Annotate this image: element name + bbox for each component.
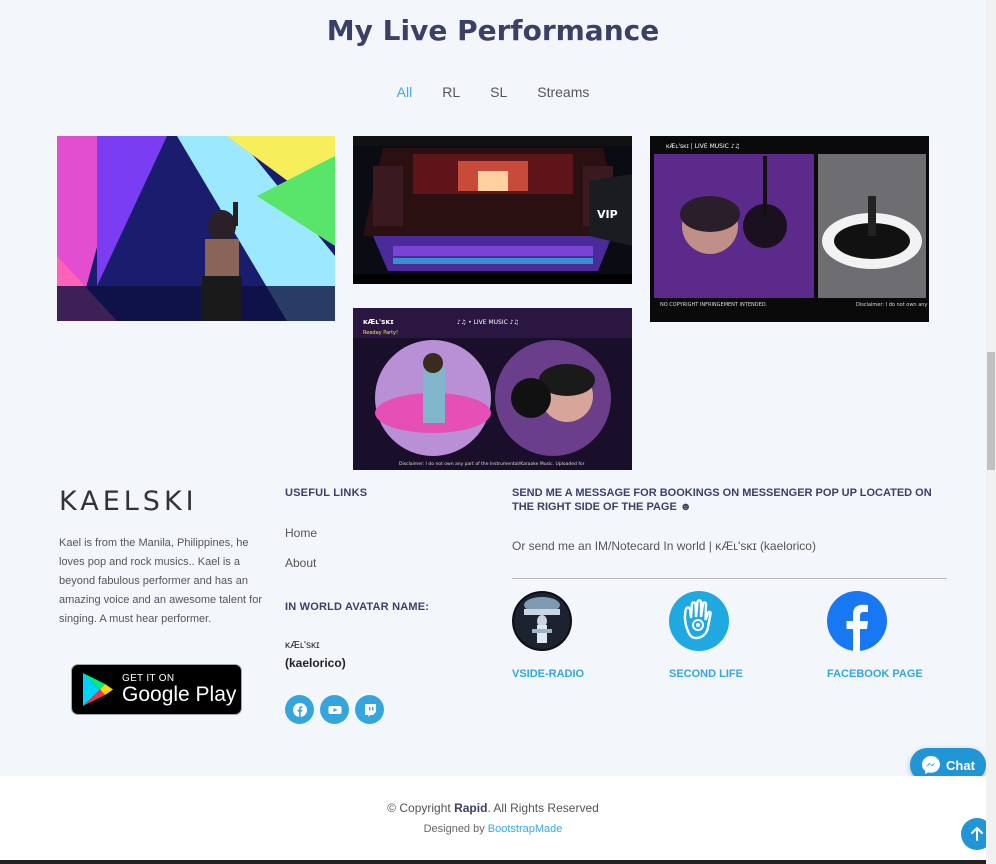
bootstrapmade-link[interactable]: BootstrapMade bbox=[488, 823, 563, 835]
designed-by-text: Designed by BootstrapMade bbox=[0, 823, 986, 835]
facebook-icon bbox=[292, 702, 307, 717]
copyright-prefix: © Copyright bbox=[387, 801, 455, 815]
copyright-text: © Copyright Rapid. All Rights Reserved bbox=[0, 801, 986, 815]
google-play-big-text: Google Play bbox=[122, 683, 237, 706]
filter-sl[interactable]: SL bbox=[475, 84, 522, 100]
social-twitch-button[interactable] bbox=[355, 695, 384, 724]
copyright-brand: Rapid bbox=[454, 801, 488, 815]
stream-footer-right-text: Disclaimer: I do not own any bbox=[856, 302, 927, 308]
scrollbar-thumb[interactable] bbox=[987, 352, 995, 470]
useful-links-heading: USEFUL LINKS bbox=[285, 487, 368, 499]
facebook-page-link[interactable] bbox=[827, 591, 887, 651]
footer-link-about[interactable]: About bbox=[285, 556, 316, 570]
arrow-up-icon bbox=[971, 827, 983, 841]
vside-radio-icon bbox=[512, 591, 572, 651]
facebook-page-label[interactable]: FACEBOOK PAGE bbox=[827, 668, 923, 680]
social-youtube-button[interactable] bbox=[320, 695, 349, 724]
footer-about-text: Kael is from the Manila, Philippines, he… bbox=[59, 537, 263, 625]
facebook-icon bbox=[827, 591, 887, 651]
concert-photo-image bbox=[57, 136, 335, 321]
avatar-id: (kaelorico) bbox=[285, 656, 346, 670]
google-play-icon bbox=[83, 673, 113, 706]
messenger-icon bbox=[922, 756, 941, 774]
vside-radio-link[interactable] bbox=[512, 591, 572, 651]
portfolio-item-concert-photo[interactable] bbox=[57, 136, 335, 321]
footer-divider bbox=[512, 578, 947, 579]
portfolio-filters: All RL SL Streams bbox=[0, 84, 986, 100]
vside-radio-label[interactable]: VSIDE-RADIO bbox=[512, 668, 584, 680]
second-life-link[interactable] bbox=[669, 591, 729, 651]
vip-sign-text: VIP bbox=[597, 208, 618, 221]
filter-all[interactable]: All bbox=[382, 84, 428, 100]
sl-stage-image: VIP bbox=[353, 136, 632, 284]
copyright-bar bbox=[0, 776, 986, 862]
sl-live-footer-text: Disclaimer: I do not own any part of the… bbox=[399, 461, 585, 467]
footer-link-home[interactable]: Home bbox=[285, 526, 317, 540]
page-title: My Live Performance bbox=[326, 14, 660, 47]
booking-message-sub: Or send me an IM/Notecard In world | ĸÆʟ… bbox=[512, 539, 816, 553]
portfolio-item-sl-stage[interactable]: VIP bbox=[353, 136, 632, 284]
portfolio-item-sl-live-music[interactable]: ĸÆʟ'sĸɪ Reeday Party! ♪♫ • LIVE MUSIC ♪♫… bbox=[353, 308, 632, 470]
designed-prefix: Designed by bbox=[423, 823, 488, 835]
sl-live-sub-text: Reeday Party! bbox=[363, 330, 398, 336]
page: My Live Performance All RL SL Streams VI… bbox=[0, 0, 986, 864]
booking-message-heading: SEND ME A MESSAGE FOR BOOKINGS ON MESSEN… bbox=[512, 487, 932, 513]
youtube-icon bbox=[328, 705, 341, 714]
social-facebook-button[interactable] bbox=[285, 695, 314, 724]
page-scrollbar[interactable] bbox=[986, 0, 996, 864]
second-life-hand-icon bbox=[669, 591, 729, 651]
sl-live-music-image: ĸÆʟ'sĸɪ Reeday Party! ♪♫ • LIVE MUSIC ♪♫… bbox=[353, 308, 632, 470]
avatar-name: ĸÆʟ'sĸɪ bbox=[285, 640, 320, 651]
second-life-label[interactable]: SECOND LIFE bbox=[669, 668, 743, 680]
bottom-border bbox=[0, 860, 996, 864]
portfolio-item-live-stream[interactable]: ĸÆʟ'sĸɪ | LIVE MUSIC ♪♫ NO COPYRIGHT INF… bbox=[650, 136, 929, 322]
footer-brand: KAELSKI bbox=[59, 486, 198, 517]
filter-rl[interactable]: RL bbox=[427, 84, 475, 100]
stream-header-text: ĸÆʟ'sĸɪ | LIVE MUSIC ♪♫ bbox=[666, 143, 740, 150]
avatar-name-heading: IN WORLD AVATAR NAME: bbox=[285, 601, 430, 613]
copyright-suffix: . All Rights Reserved bbox=[487, 801, 599, 815]
twitch-icon bbox=[364, 703, 376, 717]
sl-live-mid-text: ♪♫ • LIVE MUSIC ♪♫ bbox=[457, 319, 519, 326]
filter-streams[interactable]: Streams bbox=[522, 84, 604, 100]
chat-label: Chat bbox=[946, 757, 975, 773]
stream-footer-left-text: NO COPYRIGHT INFRINGEMENT INTENDED. bbox=[660, 302, 768, 308]
sl-live-header-text: ĸÆʟ'sĸɪ bbox=[363, 318, 394, 326]
google-play-badge[interactable]: GET IT ON Google Play bbox=[71, 664, 242, 715]
live-stream-image: ĸÆʟ'sĸɪ | LIVE MUSIC ♪♫ NO COPYRIGHT INF… bbox=[650, 136, 929, 322]
